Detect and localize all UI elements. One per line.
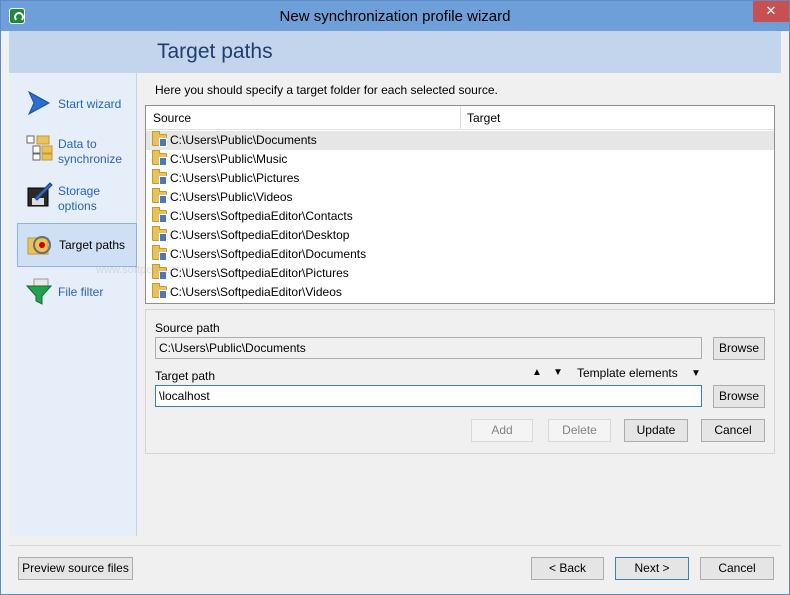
- folder-icon: [152, 245, 167, 261]
- delete-button[interactable]: Delete: [548, 419, 611, 442]
- storage-disk-icon: [27, 182, 53, 207]
- source-path-cell: C:\Users\Public\Pictures: [170, 171, 300, 185]
- back-button[interactable]: < Back: [531, 557, 604, 580]
- source-path-cell: C:\Users\SoftpediaEditor\Documents: [170, 247, 367, 261]
- arrow-right-icon: [27, 90, 51, 116]
- funnel-icon: [25, 278, 53, 305]
- page-header: Target paths: [137, 31, 781, 73]
- wizard-window: New synchronization profile wizard ✕ Sta…: [0, 0, 790, 595]
- cancel-button[interactable]: Cancel: [700, 557, 774, 580]
- folder-icon: [152, 226, 167, 242]
- nav-item-target-paths[interactable]: Target paths: [17, 223, 137, 267]
- table-row[interactable]: C:\Users\Public\Videos: [146, 188, 774, 207]
- nav-item-storage-options[interactable]: Storage options: [17, 174, 137, 218]
- table-row[interactable]: C:\Users\SoftpediaEditor\Contacts: [146, 207, 774, 226]
- nav-label: File filter: [58, 285, 104, 299]
- source-browse-button[interactable]: Browse: [713, 337, 765, 360]
- folder-icon: [152, 283, 167, 299]
- source-path-label: Source path: [155, 321, 220, 335]
- wizard-nav: Start wizard Data to synchronize Storage…: [9, 31, 137, 536]
- column-separator[interactable]: [460, 106, 461, 130]
- content-area: Here you should specify a target folder …: [137, 73, 781, 536]
- nav-label: Start wizard: [58, 97, 122, 111]
- preview-source-files-button[interactable]: Preview source files: [18, 557, 133, 580]
- source-path-field[interactable]: C:\Users\Public\Documents: [155, 337, 702, 359]
- update-button[interactable]: Update: [624, 419, 688, 442]
- folder-icon: [152, 169, 167, 185]
- template-dropdown-icon[interactable]: ▼: [691, 368, 701, 379]
- source-path-cell: C:\Users\Public\Music: [170, 152, 288, 166]
- folder-icon: [152, 131, 167, 147]
- source-path-cell: C:\Users\SoftpediaEditor\Videos: [170, 285, 342, 299]
- table-row[interactable]: C:\Users\SoftpediaEditor\Pictures: [146, 264, 774, 283]
- table-row[interactable]: C:\Users\SoftpediaEditor\Documents: [146, 245, 774, 264]
- target-paths-icon: [27, 236, 51, 255]
- table-row[interactable]: C:\Users\Public\Documents: [146, 131, 774, 150]
- source-path-cell: C:\Users\SoftpediaEditor\Contacts: [170, 209, 353, 223]
- table-row[interactable]: C:\Users\SoftpediaEditor\Videos: [146, 283, 774, 302]
- nav-label: Target paths: [59, 238, 126, 252]
- instruction-text: Here you should specify a target folder …: [155, 83, 498, 97]
- panel-cancel-button[interactable]: Cancel: [701, 419, 765, 442]
- paths-grid[interactable]: Source Target C:\Users\Public\Documents …: [145, 105, 775, 304]
- path-editor-panel: Source path C:\Users\Public\Documents Br…: [145, 309, 775, 454]
- nav-item-start-wizard[interactable]: Start wizard: [17, 83, 137, 127]
- folder-icon: [152, 188, 167, 204]
- softpedia-watermark: www.softpedia.com: [96, 264, 191, 276]
- next-button[interactable]: Next >: [615, 557, 689, 580]
- window-title: New synchronization profile wizard: [279, 8, 511, 25]
- folder-icon: [152, 150, 167, 166]
- close-button[interactable]: ✕: [753, 1, 789, 22]
- page-title: Target paths: [157, 40, 273, 63]
- add-button[interactable]: Add: [471, 419, 533, 442]
- source-path-cell: C:\Users\Public\Documents: [170, 133, 317, 147]
- target-browse-button[interactable]: Browse: [713, 385, 765, 408]
- nav-item-file-filter[interactable]: File filter: [17, 271, 137, 315]
- move-up-arrow-icon[interactable]: ▲: [532, 367, 542, 378]
- grid-header: Source Target: [146, 106, 774, 130]
- target-path-field[interactable]: \localhost: [155, 385, 702, 407]
- source-path-cell: C:\Users\Public\Videos: [170, 190, 293, 204]
- title-bar: New synchronization profile wizard ✕: [1, 1, 789, 31]
- nav-label: Data to synchronize: [58, 137, 123, 166]
- table-row[interactable]: C:\Users\Public\Music: [146, 150, 774, 169]
- table-row[interactable]: C:\Users\SoftpediaEditor\Desktop: [146, 226, 774, 245]
- source-path-cell: C:\Users\SoftpediaEditor\Pictures: [170, 266, 349, 280]
- source-path-cell: C:\Users\SoftpediaEditor\Desktop: [170, 228, 350, 242]
- nav-label: Storage options: [58, 184, 101, 213]
- folder-icon: [152, 207, 167, 223]
- column-header-source[interactable]: Source: [153, 111, 191, 125]
- nav-item-data-to-synchronize[interactable]: Data to synchronize: [17, 127, 137, 171]
- data-selection-icon: [26, 135, 53, 161]
- template-elements-label[interactable]: Template elements: [577, 366, 678, 380]
- target-path-label: Target path: [155, 369, 216, 383]
- nav-header: [9, 31, 137, 73]
- column-header-target[interactable]: Target: [467, 111, 500, 125]
- footer-divider: [9, 545, 781, 546]
- move-down-arrow-icon[interactable]: ▼: [553, 367, 563, 378]
- table-row[interactable]: C:\Users\Public\Pictures: [146, 169, 774, 188]
